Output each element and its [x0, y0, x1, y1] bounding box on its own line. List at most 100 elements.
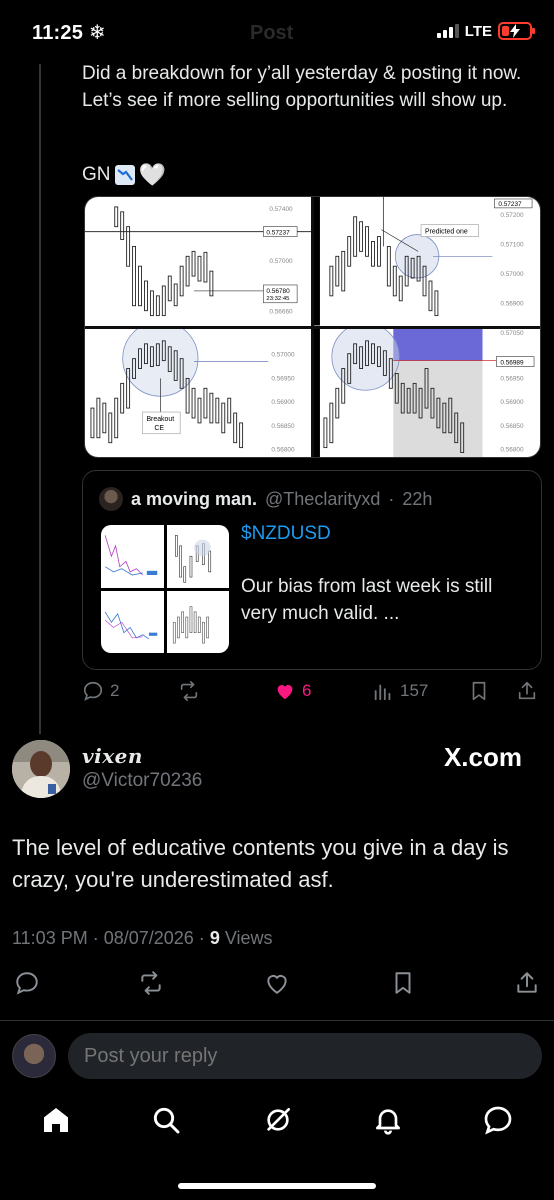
quoted-media-grid[interactable] — [101, 525, 229, 653]
price-label: 0.56800 — [500, 446, 524, 453]
reply-icon — [83, 681, 103, 701]
like-button[interactable]: 6 — [274, 680, 311, 702]
status-indicators: LTE — [436, 22, 535, 40]
price-label: 0.56850 — [271, 422, 295, 429]
views-chart-icon — [374, 684, 391, 701]
quoted-tweet-header: a moving man. @Theclarityxd · 22h — [99, 487, 432, 511]
reply-count: 2 — [110, 681, 120, 700]
quoted-media-3 — [101, 590, 164, 653]
views-count: 157 — [400, 681, 429, 700]
quoted-media-4 — [166, 590, 229, 653]
battery-icon — [498, 22, 535, 40]
price-label: 0.57000 — [500, 271, 524, 278]
repost-icon — [141, 971, 161, 995]
status-bar: 11:25 ❄ Post LTE — [0, 0, 554, 64]
price-label: 0.56950 — [500, 375, 524, 382]
price-label: 0.56850 — [500, 422, 524, 429]
tweet-media-grid[interactable]: 0.57237 0.56780 23:32:45 0.57400 0.57000… — [84, 196, 541, 458]
time-label: 23:32:45 — [266, 296, 290, 302]
tweet-action-bar: 2 6 157 — [82, 680, 542, 708]
share-button[interactable] — [514, 970, 540, 1001]
bookmark-icon — [472, 681, 486, 701]
reply-time: 11:03 PM · 08/07/2026 · — [12, 928, 205, 948]
nav-home[interactable] — [40, 1104, 72, 1141]
price-label: 0.57100 — [500, 241, 524, 248]
home-icon — [44, 1108, 68, 1132]
tweet-signoff: GN 🤍 — [82, 162, 166, 188]
heart-icon — [267, 975, 287, 994]
nav-search[interactable] — [150, 1104, 182, 1141]
reply-author-name[interactable]: vixen — [82, 744, 143, 768]
reply-views-count: 9 — [209, 928, 220, 948]
price-label: 0.57000 — [269, 258, 293, 265]
media-chart-3[interactable]: Breakout CE 0.57000 0.56950 0.56900 0.56… — [85, 328, 311, 457]
price-label: 0.57237 — [266, 230, 290, 237]
bottom-nav — [0, 1098, 554, 1150]
quoted-media-1 — [101, 525, 164, 588]
quoted-tweet-age: 22h — [402, 488, 433, 509]
media-chart-1[interactable]: 0.57237 0.56780 23:32:45 0.57400 0.57000… — [85, 197, 311, 326]
heart-filled-icon — [277, 685, 293, 700]
share-icon — [518, 681, 536, 700]
quoted-media-2 — [166, 525, 229, 588]
repost-button[interactable] — [178, 680, 200, 702]
reply-button[interactable]: 2 — [82, 680, 119, 702]
reply-author-handle[interactable]: @Victor70236 — [82, 770, 202, 792]
share-icon — [517, 972, 537, 993]
reply-icon — [16, 972, 38, 995]
signoff-text: GN — [82, 164, 111, 185]
views-button[interactable]: 157 — [372, 680, 428, 702]
price-label: 0.56950 — [271, 375, 295, 382]
white-heart-icon: 🤍 — [138, 162, 166, 187]
quoted-tweet-card[interactable]: a moving man. @Theclarityxd · 22h $NZDUS… — [82, 470, 542, 670]
annotation-ce: CE — [154, 424, 164, 431]
avatar[interactable] — [12, 740, 70, 798]
price-label: 0.57000 — [271, 351, 295, 358]
price-label: 0.56800 — [271, 446, 295, 453]
separator-dot: · — [388, 488, 395, 509]
nav-grok[interactable] — [262, 1104, 294, 1141]
signal-icon — [436, 24, 459, 38]
repost-button[interactable] — [138, 970, 164, 1001]
thread-line — [39, 64, 41, 734]
home-indicator[interactable] — [178, 1183, 376, 1189]
price-label: 0.56780 — [266, 288, 290, 295]
reply-timestamp: 11:03 PM · 08/07/2026 · 9 Views — [12, 928, 273, 949]
share-button[interactable] — [516, 680, 538, 702]
network-type: LTE — [464, 22, 492, 40]
price-label: 0.57200 — [500, 212, 524, 219]
reply-input[interactable] — [68, 1033, 542, 1079]
bell-icon — [376, 1109, 400, 1135]
bookmark-button[interactable] — [468, 680, 490, 702]
annotation-breakout: Breakout — [146, 415, 174, 422]
header-title-ghost: Post — [250, 22, 294, 44]
price-label: 0.56900 — [500, 301, 524, 308]
chat-bubble-icon — [484, 1106, 512, 1135]
media-chart-4[interactable]: 0.57050 0.56989 0.56950 0.56900 0.56850 … — [314, 328, 540, 457]
status-time: 11:25 ❄ — [32, 22, 106, 44]
snowflake-icon: ❄ — [88, 22, 106, 44]
quoted-cashtag-link[interactable]: $NZDUSD — [241, 523, 331, 545]
media-chart-2[interactable]: Predicted one 0.57237 0.57200 0.57100 0.… — [314, 197, 540, 326]
bookmark-button[interactable] — [390, 970, 416, 1001]
like-button[interactable] — [264, 970, 290, 1001]
price-label: 0.56900 — [271, 399, 295, 406]
avatar — [12, 1034, 56, 1078]
chart-decreasing-icon — [114, 165, 135, 185]
reply-text: The level of educative contents you give… — [12, 835, 509, 892]
grok-icon — [267, 1108, 290, 1131]
tweet-text: Did a breakdown for y’all yesterday & po… — [82, 63, 522, 111]
price-label: 0.57050 — [500, 329, 524, 336]
bookmark-icon — [395, 972, 411, 994]
source-watermark: X.com — [443, 742, 522, 772]
nav-notifications[interactable] — [372, 1104, 404, 1141]
price-label: 0.57400 — [269, 206, 293, 213]
price-label: 0.57237 — [498, 201, 522, 208]
price-label: 0.56989 — [500, 359, 524, 366]
nav-messages[interactable] — [482, 1104, 514, 1141]
like-count: 6 — [302, 681, 312, 700]
reply-button[interactable] — [14, 970, 40, 1001]
quoted-author-handle: @Theclarityxd — [265, 488, 381, 509]
search-icon — [153, 1107, 180, 1134]
quoted-tweet-text: Our bias from last week is still very mu… — [241, 576, 493, 624]
